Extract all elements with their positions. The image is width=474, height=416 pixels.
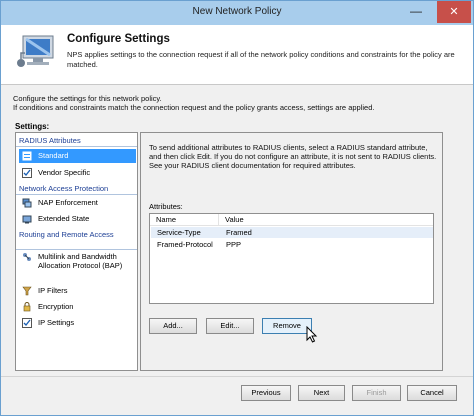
- multilink-icon: [23, 253, 31, 261]
- detail-description: To send additional attributes to RADIUS …: [149, 143, 437, 170]
- settings-label: Settings:: [15, 122, 50, 131]
- settings-item-label: Multilink and Bandwidth Allocation Proto…: [38, 252, 123, 270]
- group-header-routing-remote-access: Routing and Remote Access: [19, 230, 114, 239]
- attributes-table[interactable]: Name Value Service-Type Framed Framed-Pr…: [149, 213, 434, 304]
- nap-enforcement-icon: [22, 198, 32, 208]
- lock-icon: [23, 302, 31, 312]
- page-description: NPS applies settings to the connection r…: [67, 50, 455, 69]
- next-button[interactable]: Next: [298, 385, 345, 401]
- group-divider: [16, 194, 137, 195]
- settings-item-label: NAP Enforcement: [38, 198, 98, 207]
- column-header-name[interactable]: Name: [150, 214, 219, 226]
- standard-attributes-icon: [22, 151, 32, 161]
- table-row[interactable]: Service-Type Framed: [151, 227, 433, 238]
- settings-item-label: Encryption: [38, 302, 74, 311]
- remove-button[interactable]: Remove: [262, 318, 312, 334]
- add-button[interactable]: Add...: [149, 318, 197, 334]
- settings-item-label: Vendor Specific: [38, 168, 91, 177]
- settings-item-label: Extended State: [38, 214, 90, 223]
- settings-detail-pane: To send additional attributes to RADIUS …: [140, 132, 443, 371]
- group-header-network-access-protection: Network Access Protection: [19, 184, 109, 193]
- settings-tree[interactable]: RADIUS Attributes Standard Vendor Specif…: [15, 132, 138, 371]
- settings-item-label: IP Settings: [38, 318, 75, 327]
- group-header-radius-attributes: RADIUS Attributes: [19, 136, 81, 145]
- title-bar[interactable]: New Network Policy — ✕: [1, 1, 473, 25]
- previous-button[interactable]: Previous: [241, 385, 291, 401]
- settings-item-multilink[interactable]: Multilink and Bandwidth Allocation Proto…: [19, 252, 136, 280]
- finish-button[interactable]: Finish: [352, 385, 401, 401]
- column-header-value[interactable]: Value: [219, 214, 433, 226]
- network-computer-icon: [17, 35, 54, 67]
- new-network-policy-window: New Network Policy — ✕ Configure Setting…: [0, 0, 474, 416]
- attribute-value: Framed: [226, 228, 252, 237]
- attributes-label: Attributes:: [149, 202, 183, 211]
- minimize-button[interactable]: —: [401, 1, 431, 23]
- group-divider: [16, 249, 137, 250]
- ip-filters-icon: [22, 286, 32, 296]
- intro-line-1: Configure the settings for this network …: [13, 94, 162, 103]
- edit-button[interactable]: Edit...: [206, 318, 254, 334]
- close-button[interactable]: ✕: [437, 1, 471, 23]
- group-divider: [16, 146, 137, 147]
- attribute-name: Framed-Protocol: [157, 240, 213, 249]
- intro-line-2: If conditions and constraints match the …: [13, 103, 375, 112]
- cancel-button[interactable]: Cancel: [407, 385, 457, 401]
- checkbox-icon: [22, 318, 32, 328]
- table-row[interactable]: Framed-Protocol PPP: [151, 239, 433, 250]
- wizard-header: Configure Settings NPS applies settings …: [1, 25, 473, 85]
- attribute-value: PPP: [226, 240, 242, 249]
- extended-state-icon: [22, 215, 32, 224]
- footer-divider: [1, 376, 473, 377]
- intro-text: Configure the settings for this network …: [13, 94, 374, 112]
- page-title: Configure Settings: [67, 33, 170, 45]
- attribute-name: Service-Type: [157, 228, 201, 237]
- settings-item-label: IP Filters: [38, 286, 68, 295]
- settings-item-standard[interactable]: Standard: [19, 149, 136, 163]
- settings-item-label: Standard: [38, 151, 69, 160]
- mouse-cursor-icon: [306, 326, 318, 343]
- checkbox-icon: [22, 168, 32, 178]
